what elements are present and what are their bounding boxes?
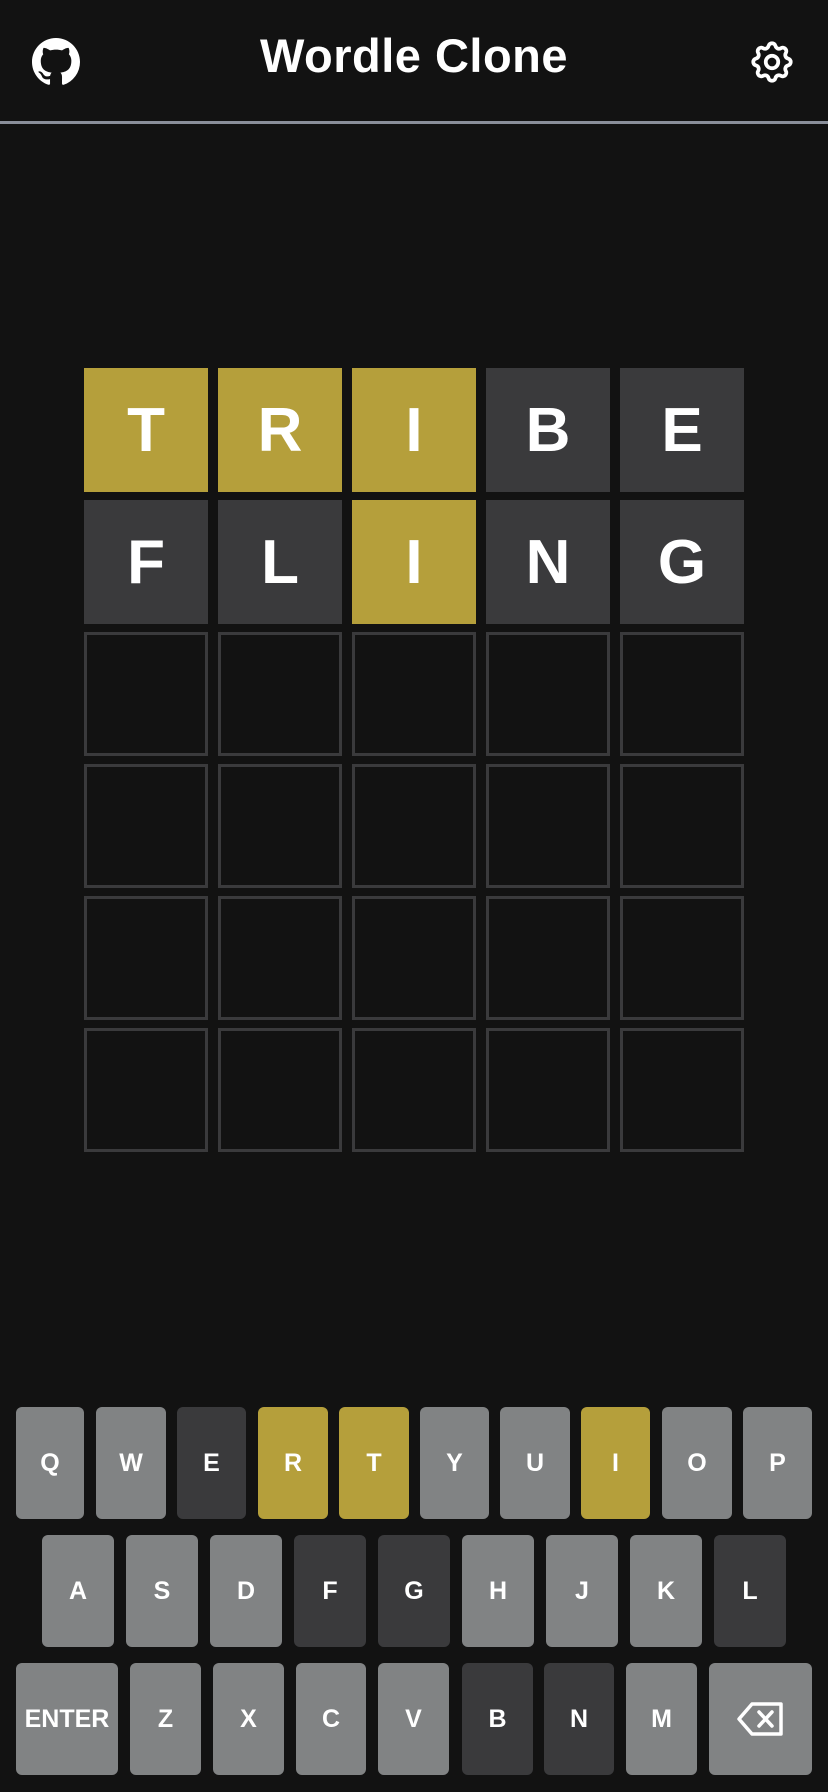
key-d[interactable]: D — [210, 1535, 282, 1647]
board-tile — [218, 896, 342, 1020]
board-tile — [218, 764, 342, 888]
keyboard-row: ENTER Z X C V B N M — [0, 1663, 828, 1775]
board-tile — [84, 1028, 208, 1152]
board-tile — [218, 1028, 342, 1152]
board-tile — [620, 896, 744, 1020]
key-k[interactable]: K — [630, 1535, 702, 1647]
board-tile: R — [218, 368, 342, 492]
key-q[interactable]: Q — [16, 1407, 84, 1519]
key-y[interactable]: Y — [420, 1407, 489, 1519]
board-tile — [352, 1028, 476, 1152]
board-tile: L — [218, 500, 342, 624]
keyboard-row: ASDFGHJKL — [0, 1535, 828, 1647]
board-tile — [352, 896, 476, 1020]
key-i[interactable]: I — [581, 1407, 650, 1519]
board-tile — [352, 632, 476, 756]
header: Wordle Clone — [0, 0, 828, 124]
board-tile — [486, 896, 610, 1020]
key-s[interactable]: S — [126, 1535, 198, 1647]
board-tile: E — [620, 368, 744, 492]
board-tile — [486, 632, 610, 756]
board-tile — [486, 764, 610, 888]
board-tile — [84, 764, 208, 888]
key-w[interactable]: W — [96, 1407, 166, 1519]
key-z[interactable]: Z — [130, 1663, 201, 1775]
board-tile — [84, 632, 208, 756]
key-o[interactable]: O — [662, 1407, 732, 1519]
key-j[interactable]: J — [546, 1535, 618, 1647]
key-x[interactable]: X — [213, 1663, 284, 1775]
board-tile: I — [352, 368, 476, 492]
backspace-key[interactable] — [709, 1663, 812, 1775]
page-title: Wordle Clone — [259, 29, 569, 82]
board-tile — [352, 764, 476, 888]
board-tile — [486, 1028, 610, 1152]
key-a[interactable]: A — [42, 1535, 114, 1647]
board-tile: N — [486, 500, 610, 624]
board-tile: I — [352, 500, 476, 624]
key-e[interactable]: E — [177, 1407, 246, 1519]
key-r[interactable]: R — [258, 1407, 328, 1519]
key-t[interactable]: T — [339, 1407, 409, 1519]
keyboard-row: QWERTYUIOP — [0, 1407, 828, 1519]
key-v[interactable]: V — [378, 1663, 449, 1775]
board-tile — [620, 632, 744, 756]
key-l[interactable]: L — [714, 1535, 786, 1647]
key-n[interactable]: N — [544, 1663, 614, 1775]
board-tile — [84, 896, 208, 1020]
board-tile: T — [84, 368, 208, 492]
board-tile: G — [620, 500, 744, 624]
backspace-icon — [736, 1702, 783, 1736]
key-h[interactable]: H — [462, 1535, 534, 1647]
board-tile — [620, 1028, 744, 1152]
key-m[interactable]: M — [626, 1663, 697, 1775]
settings-button[interactable] — [746, 36, 798, 88]
gear-icon — [751, 41, 793, 83]
board-tile: B — [486, 368, 610, 492]
enter-key[interactable]: ENTER — [16, 1663, 118, 1775]
board-tile — [218, 632, 342, 756]
board-tile: F — [84, 500, 208, 624]
key-u[interactable]: U — [500, 1407, 570, 1519]
key-f[interactable]: F — [294, 1535, 366, 1647]
board-tile — [620, 764, 744, 888]
key-b[interactable]: B — [462, 1663, 533, 1775]
key-c[interactable]: C — [296, 1663, 366, 1775]
game-board: TRIBE FLING — [84, 368, 744, 1152]
key-g[interactable]: G — [378, 1535, 450, 1647]
key-p[interactable]: P — [743, 1407, 812, 1519]
